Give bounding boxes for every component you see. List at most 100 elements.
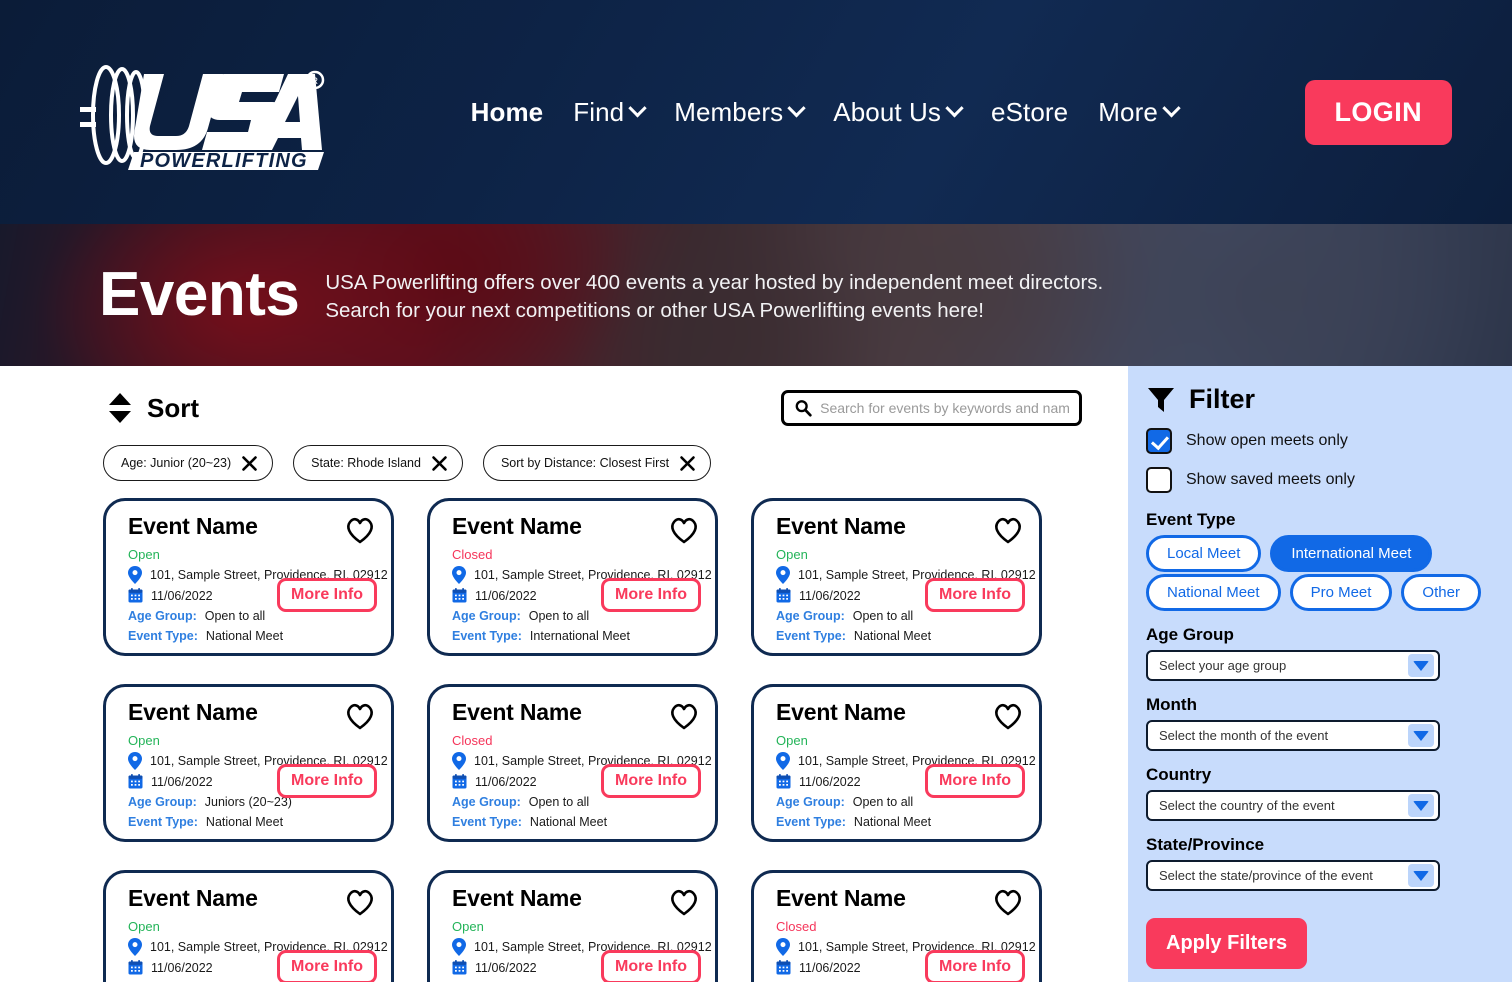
filter-chip-age[interactable]: Age: Junior (20~23)	[103, 445, 274, 481]
favorite-heart-icon[interactable]	[993, 701, 1023, 731]
filter-sidebar: Filter Show open meets only Show saved m…	[1128, 366, 1512, 982]
state-province-select[interactable]: Select the state/province of the event	[1146, 860, 1440, 891]
filter-chip-sort-distance[interactable]: Sort by Distance: Closest First	[482, 445, 712, 481]
more-info-button[interactable]: More Info	[601, 764, 701, 798]
toolbar-row: Sort	[0, 366, 1128, 426]
calendar-icon	[128, 960, 143, 975]
event-title: Event Name	[452, 513, 582, 539]
apply-filters-button[interactable]: Apply Filters	[1146, 918, 1308, 969]
favorite-heart-icon[interactable]	[669, 701, 699, 731]
nav-item-home[interactable]: Home	[471, 97, 544, 128]
pill-other[interactable]: Other	[1401, 574, 1481, 611]
favorite-heart-icon[interactable]	[993, 887, 1023, 917]
event-card[interactable]: Event Name Open 101, Sample Street, Provid…	[751, 684, 1042, 842]
event-title: Event Name	[128, 513, 258, 539]
more-info-button[interactable]: More Info	[925, 950, 1025, 982]
age-group-label: Age Group	[1146, 625, 1234, 644]
event-type-value: International Meet	[529, 629, 630, 643]
chevron-down-icon	[628, 98, 647, 117]
chevron-down-icon[interactable]	[1408, 794, 1434, 817]
chevron-down-icon[interactable]	[1408, 724, 1434, 747]
login-button[interactable]: LOGIN	[1304, 79, 1452, 145]
checkbox-show-saved-meets[interactable]	[1146, 467, 1172, 493]
close-icon[interactable]	[679, 455, 696, 472]
event-type-row: Event Type: National Meet	[776, 815, 1023, 829]
event-card[interactable]: Event Name Open 101, Sample Street, Provid…	[427, 870, 718, 982]
map-pin-icon	[776, 566, 790, 584]
event-type-value: National Meet	[205, 629, 284, 643]
event-title: Event Name	[776, 885, 906, 911]
event-date: 11/06/2022	[475, 588, 537, 603]
favorite-heart-icon[interactable]	[669, 515, 699, 545]
checkbox-show-open-meets[interactable]	[1146, 428, 1172, 454]
favorite-heart-icon[interactable]	[345, 701, 375, 731]
more-info-button[interactable]: More Info	[601, 950, 701, 982]
event-type-pills-row2: National Meet Pro Meet Other	[1146, 574, 1512, 611]
event-card[interactable]: Event Name Closed 101, Sample Street, Prov…	[427, 684, 718, 842]
event-card[interactable]: Event Name Closed 101, Sample Street, Prov…	[427, 498, 718, 656]
more-info-button[interactable]: More Info	[601, 578, 701, 612]
nav-item-about-us[interactable]: About Us	[833, 97, 964, 128]
calendar-icon	[452, 960, 467, 975]
event-type-pills: Local Meet International Meet	[1146, 535, 1512, 572]
usa-powerlifting-logo[interactable]: R POWERLIFTING	[72, 52, 342, 172]
event-card[interactable]: Event Name Closed 101, Sample Street, Prov…	[751, 870, 1042, 982]
nav-label: Find	[573, 96, 625, 127]
select-value: Select the state/province of the event	[1159, 868, 1373, 883]
select-value: Select the month of the event	[1159, 728, 1329, 743]
more-info-button[interactable]: More Info	[925, 764, 1025, 798]
filter-title: Filter	[1189, 384, 1256, 414]
logo-icon: R POWERLIFTING	[80, 65, 325, 172]
event-card[interactable]: Event Name Open 101, Sample Street, Provid…	[103, 684, 394, 842]
event-status-badge: Open	[776, 733, 808, 748]
event-title: Event Name	[776, 699, 906, 725]
map-pin-icon	[128, 752, 142, 770]
checkbox-row-saved-meets[interactable]: Show saved meets only	[1146, 467, 1512, 493]
favorite-heart-icon[interactable]	[993, 515, 1023, 545]
pill-international-meet[interactable]: International Meet	[1270, 535, 1433, 572]
pill-national-meet[interactable]: National Meet	[1146, 574, 1281, 611]
event-type-row: Event Type: National Meet	[776, 629, 1023, 643]
nav-item-members[interactable]: Members	[674, 96, 806, 128]
month-select[interactable]: Select the month of the event	[1146, 720, 1440, 751]
event-card[interactable]: Event Name Open 101, Sample Street, Provid…	[103, 870, 394, 982]
event-type-label: Event Type	[1146, 510, 1236, 529]
event-type-row: Event Type: International Meet	[452, 629, 699, 643]
more-info-button[interactable]: More Info	[925, 578, 1025, 612]
close-icon[interactable]	[241, 455, 258, 472]
checkbox-label: Show open meets only	[1186, 432, 1348, 449]
event-card[interactable]: Event Name Open 101, Sample Street, Provid…	[103, 498, 394, 656]
event-type-key: Event Type:	[128, 815, 198, 829]
nav-label: Members	[674, 96, 784, 127]
nav-item-more[interactable]: More	[1098, 97, 1181, 128]
event-type-row: Event Type: National Meet	[128, 629, 375, 643]
more-info-button[interactable]: More Info	[277, 950, 377, 982]
search-input[interactable]	[820, 400, 1069, 416]
age-group-value: Open to all	[528, 795, 590, 809]
event-type-key: Event Type:	[128, 629, 198, 643]
country-select[interactable]: Select the country of the event	[1146, 790, 1440, 821]
nav-item-estore[interactable]: eStore	[991, 97, 1068, 128]
checkbox-row-open-meets[interactable]: Show open meets only	[1146, 428, 1512, 454]
pill-local-meet[interactable]: Local Meet	[1146, 535, 1262, 572]
sort-control[interactable]: Sort	[107, 392, 199, 424]
chevron-down-icon[interactable]	[1408, 864, 1434, 887]
event-status-badge: Open	[128, 733, 160, 748]
chevron-down-icon[interactable]	[1408, 654, 1434, 677]
nav-item-find[interactable]: Find	[573, 96, 647, 128]
age-group-key: Age Group:	[128, 795, 197, 809]
month-label: Month	[1146, 695, 1197, 714]
more-info-button[interactable]: More Info	[277, 764, 377, 798]
event-card[interactable]: Event Name Open 101, Sample Street, Provid…	[751, 498, 1042, 656]
filter-chip-state[interactable]: State: Rhode Island	[293, 445, 463, 481]
pill-pro-meet[interactable]: Pro Meet	[1289, 574, 1393, 611]
favorite-heart-icon[interactable]	[345, 515, 375, 545]
svg-text:R: R	[312, 76, 319, 86]
close-icon[interactable]	[431, 455, 448, 472]
search-box[interactable]	[781, 390, 1082, 426]
age-group-select[interactable]: Select your age group	[1146, 650, 1440, 681]
favorite-heart-icon[interactable]	[345, 887, 375, 917]
more-info-button[interactable]: More Info	[277, 578, 377, 612]
favorite-heart-icon[interactable]	[669, 887, 699, 917]
event-type-key: Event Type:	[776, 815, 846, 829]
